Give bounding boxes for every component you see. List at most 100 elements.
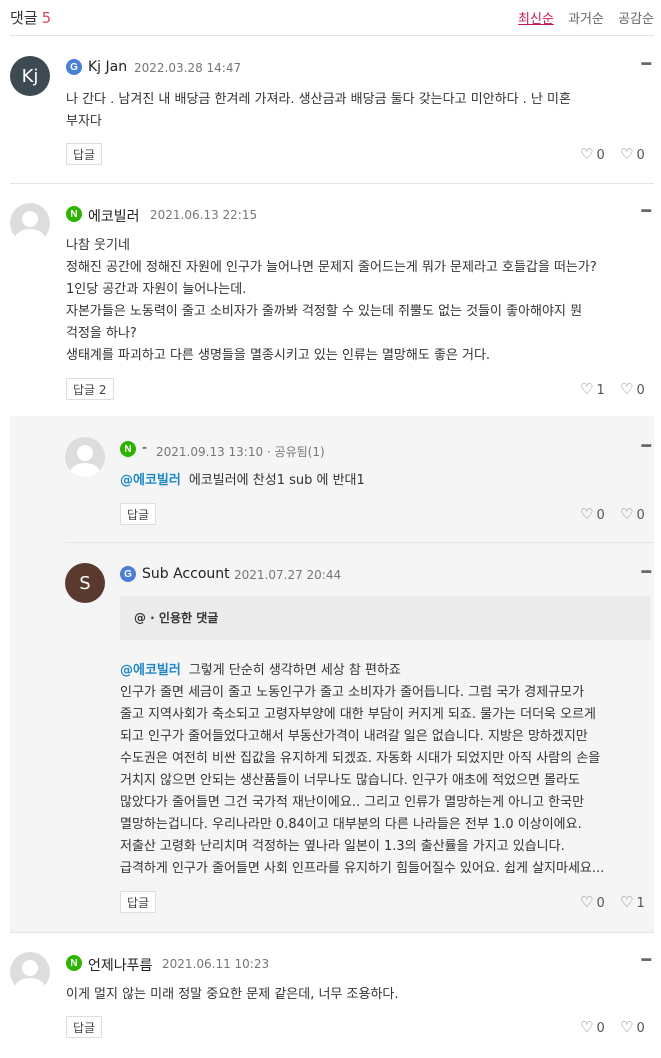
reply-button[interactable]: 답글 <box>120 891 157 913</box>
comment-line: 정해진 공간에 정해진 자원에 인구가 늘어나면 문제지 줄어드는게 뭐가 문제… <box>66 260 597 275</box>
like-count: 0 <box>596 148 605 163</box>
like-count: 0 <box>596 508 605 523</box>
comment-line: 생태계를 파괴하고 다른 생명들을 멸종시키고 있는 인류는 멸망해도 좋은 거… <box>66 348 491 363</box>
comment-body: 나참 웃기네 정해진 공간에 정해진 자원에 인구가 늘어나면 문제지 줄어드는… <box>66 235 656 367</box>
sort-oldest[interactable]: 과거순 <box>568 12 604 27</box>
avatar[interactable]: Kj <box>10 56 50 96</box>
comments-header: 댓글 5 최신순 과거순 공감순 <box>10 0 654 36</box>
dislike-count: 0 <box>636 508 645 523</box>
comments-title: 댓글 5 <box>10 7 51 28</box>
comment-text: 그렇게 단순히 생각하면 세상 참 편하죠 <box>188 663 401 678</box>
naver-badge-icon: N <box>66 955 82 971</box>
comment-author[interactable]: 에코빌러 <box>88 206 140 226</box>
like-button[interactable]: ♡ 0 <box>580 893 605 911</box>
naver-badge-icon: N <box>120 441 136 457</box>
reply-button[interactable]: 답글 <box>66 143 103 165</box>
comment-line: 많았다가 줄어들면 그건 국가적 재난이에요.. 그리고 인류가 멸망하는게 아… <box>120 795 585 810</box>
more-icon[interactable]: ━ <box>641 201 651 220</box>
google-badge-icon: G <box>66 59 82 75</box>
like-button[interactable]: ♡ 0 <box>580 145 605 163</box>
dislike-count: 0 <box>636 383 645 398</box>
dislike-count: 1 <box>636 896 645 911</box>
divider <box>65 542 654 543</box>
comment-author[interactable]: - <box>142 440 147 456</box>
like-button[interactable]: ♡ 0 <box>580 505 605 523</box>
more-icon[interactable]: ━ <box>641 950 651 969</box>
default-avatar-icon[interactable] <box>10 203 50 243</box>
comment-line: @에코빌러 그렇게 단순히 생각하면 세상 참 편하죠 <box>120 660 652 682</box>
dislike-button[interactable]: ♡ 1 <box>620 893 645 911</box>
comment-author[interactable]: Sub Account <box>142 566 230 582</box>
dislike-button[interactable]: ♡ 0 <box>620 505 645 523</box>
broken-heart-icon: ♡ <box>620 505 634 523</box>
comments-title-label: 댓글 <box>10 9 38 27</box>
comment-line: 1인당 공간과 자원이 늘어나는데. <box>66 282 247 297</box>
comment-body: 나 간다 . 남겨진 내 배당금 한겨레 가져라. 생산금과 배당금 둘다 갖는… <box>66 89 646 133</box>
dislike-button[interactable]: ♡ 0 <box>620 380 645 398</box>
comment-line: 나 간다 . 남겨진 내 배당금 한겨레 가져라. 생산금과 배당금 둘다 갖는… <box>66 92 571 107</box>
comment-author[interactable]: Kj Jan <box>88 59 127 75</box>
comment-line: 부자다 <box>66 114 102 129</box>
like-count: 0 <box>596 896 605 911</box>
comment-line: 수도권은 여전히 비싼 집값을 유지하게 되겠죠. 자동화 시대가 되었지만 아… <box>120 751 601 766</box>
comment-body: @에코빌러 그렇게 단순히 생각하면 세상 참 편하죠 인구가 줄면 세금이 줄고… <box>120 660 652 880</box>
broken-heart-icon: ♡ <box>620 380 634 398</box>
replies-container: N - 2021.09.13 13:10 · 공유됨(1) ━ @에코빌러 에코빌… <box>10 416 654 933</box>
comment-line: 멸망하는겁니다. 우리나라만 0.84이고 대부분의 다른 나라들은 전부 1.… <box>120 817 582 832</box>
reply-button[interactable]: 답글 2 <box>66 378 114 400</box>
like-count: 0 <box>596 1021 605 1036</box>
comment-date: 2021.06.13 22:15 <box>150 208 258 222</box>
comments-count: 5 <box>41 9 52 27</box>
comment-line: 급격하게 인구가 줄어들면 사회 인프라를 유지하기 힘들어질수 있어요. 쉽게… <box>120 861 605 876</box>
broken-heart-icon: ♡ <box>620 145 634 163</box>
heart-icon: ♡ <box>580 380 594 398</box>
google-badge-icon: G <box>120 566 136 582</box>
more-icon[interactable]: ━ <box>641 562 651 581</box>
comment: N 언제나푸름 2021.06.11 10:23 ━ 이게 멀지 않는 미래 정… <box>10 933 654 1058</box>
sort-latest[interactable]: 최신순 <box>518 12 554 27</box>
reply-button[interactable]: 답글 <box>120 503 157 525</box>
heart-icon: ♡ <box>580 1018 594 1036</box>
dislike-count: 0 <box>636 1021 645 1036</box>
comment-author[interactable]: 언제나푸름 <box>88 955 152 975</box>
sort-popular[interactable]: 공감순 <box>618 12 654 27</box>
mention-link[interactable]: @에코빌러 <box>120 473 181 488</box>
heart-icon: ♡ <box>580 893 594 911</box>
comment-body: @에코빌러 에코빌러에 찬성1 sub 에 반대1 <box>120 470 640 492</box>
comment-date: 2021.09.13 13:10 · 공유됨(1) <box>156 445 325 459</box>
comment-line: 거치지 않으면 안되는 생산품들이 너무나도 많습니다. 인구가 애초에 적었으… <box>120 773 580 788</box>
comment-text: 에코빌러에 찬성1 sub 에 반대1 <box>188 473 365 488</box>
comment-date: 2022.03.28 14:47 <box>134 61 242 75</box>
comment-line: 나참 웃기네 <box>66 238 130 253</box>
broken-heart-icon: ♡ <box>620 893 634 911</box>
like-button[interactable]: ♡ 1 <box>580 380 605 398</box>
comment-line: 되고 인구가 줄어들었다고해서 부동산가격이 내려갈 일은 없습니다. 지방은 … <box>120 729 588 744</box>
avatar-initials: S <box>79 572 91 594</box>
mention-link[interactable]: @에코빌러 <box>120 663 181 678</box>
comment-line: 인구가 줄면 세금이 줄고 노동인구가 줄고 소비자가 줄어듭니다. 그럼 국가… <box>120 685 585 700</box>
heart-icon: ♡ <box>580 145 594 163</box>
default-avatar-icon[interactable] <box>10 952 50 992</box>
dislike-count: 0 <box>636 148 645 163</box>
comment-line: 줄고 지역사회가 축소되고 고령자부양에 대한 부담이 커지게 되죠. 물가는 … <box>120 707 597 722</box>
comment-line: 자본가들은 노동력이 줄고 소비자가 줄까봐 걱정할 수 있는데 쥐뿔도 없는 … <box>66 304 583 319</box>
quoted-comment[interactable]: @ · 인용한 댓글 <box>120 596 650 640</box>
like-count: 1 <box>596 383 605 398</box>
dislike-button[interactable]: ♡ 0 <box>620 145 645 163</box>
avatar-initials: Kj <box>21 65 39 87</box>
broken-heart-icon: ♡ <box>620 1018 634 1036</box>
comment: N 에코빌러 2021.06.13 22:15 ━ 나참 웃기네 정해진 공간에… <box>10 184 654 416</box>
comment-line: 이게 멀지 않는 미래 정말 중요한 문제 같은데, 너무 조용하다. <box>66 987 399 1002</box>
like-button[interactable]: ♡ 0 <box>580 1018 605 1036</box>
avatar[interactable]: S <box>65 563 105 603</box>
comment-date: 2021.07.27 20:44 <box>234 568 342 582</box>
naver-badge-icon: N <box>66 206 82 222</box>
dislike-button[interactable]: ♡ 0 <box>620 1018 645 1036</box>
more-icon[interactable]: ━ <box>641 436 651 455</box>
comment-body: 이게 멀지 않는 미래 정말 중요한 문제 같은데, 너무 조용하다. <box>66 984 646 1006</box>
more-icon[interactable]: ━ <box>641 54 651 73</box>
reply-button[interactable]: 답글 <box>66 1016 103 1038</box>
default-avatar-icon[interactable] <box>65 437 105 477</box>
comment: Kj G Kj Jan 2022.03.28 14:47 ━ 나 간다 . 남겨… <box>10 36 654 184</box>
comment-line: 저출산 고령화 난리치며 걱정하는 옆나라 일본이 1.3의 출산률을 가지고 … <box>120 839 565 854</box>
